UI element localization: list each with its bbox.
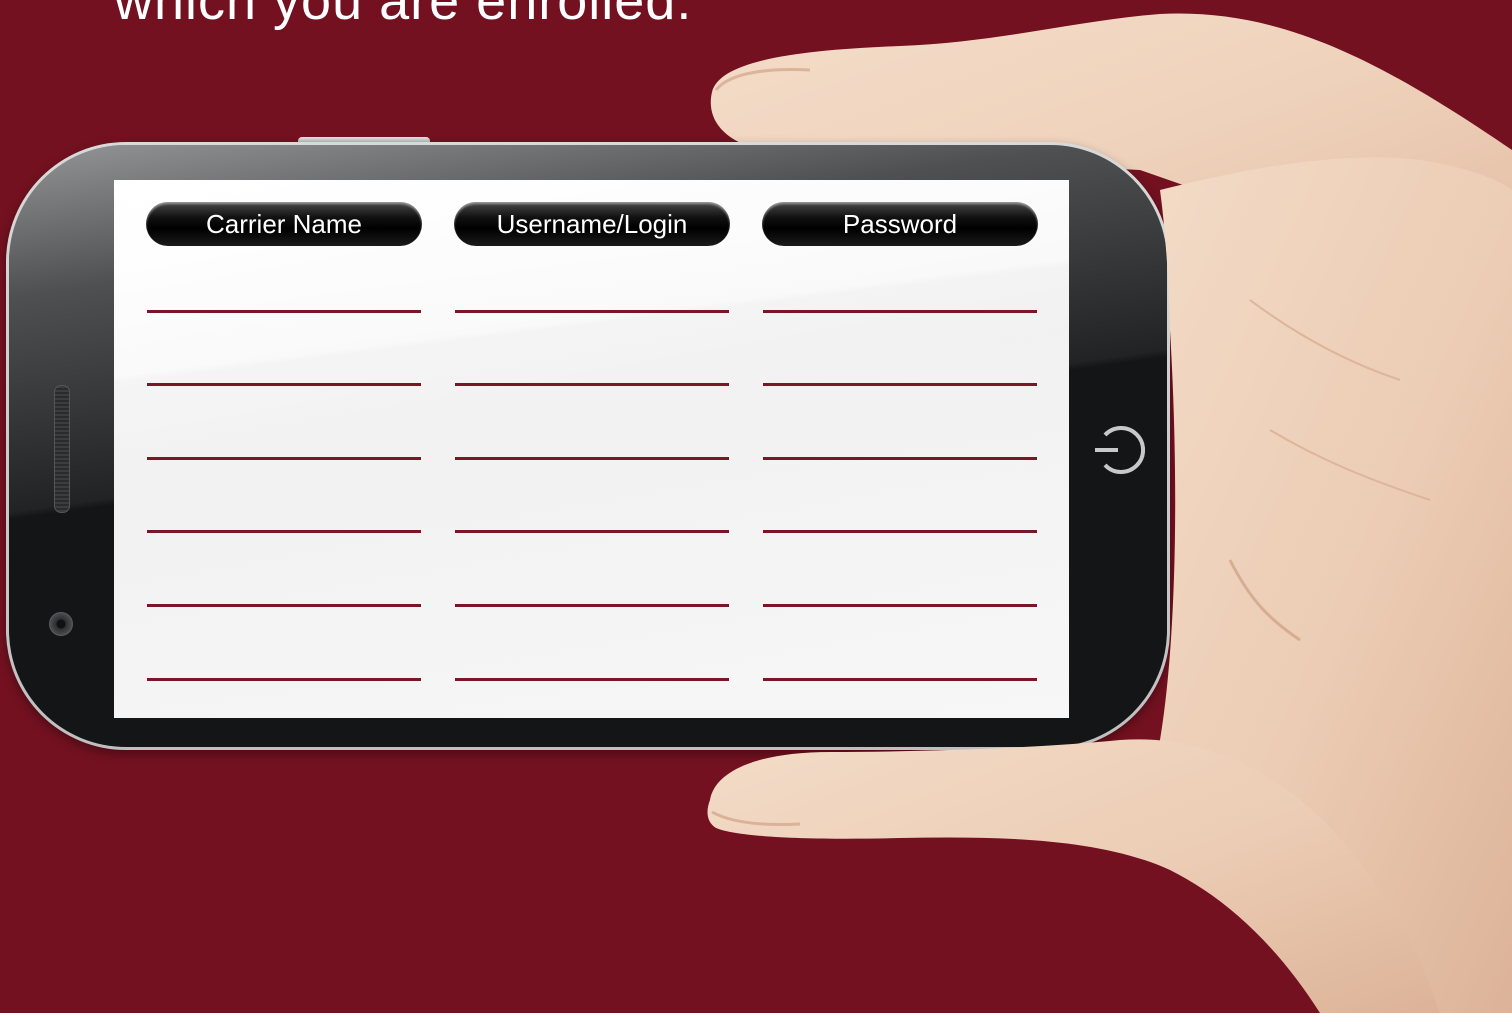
phone-frame: Carrier Name Username/Login Password xyxy=(6,142,1170,750)
password-line[interactable] xyxy=(763,604,1037,607)
username-line[interactable] xyxy=(455,604,729,607)
username-line[interactable] xyxy=(455,678,729,681)
power-icon[interactable] xyxy=(1091,423,1145,477)
slide-canvas: which you are enrolled. Carrier Name Use… xyxy=(0,0,1512,1013)
username-line[interactable] xyxy=(455,530,729,533)
screen-gloss xyxy=(114,180,1069,718)
carrier-name-line[interactable] xyxy=(147,457,421,460)
carrier-name-line[interactable] xyxy=(147,383,421,386)
username-line[interactable] xyxy=(455,310,729,313)
password-line[interactable] xyxy=(763,310,1037,313)
carrier-name-line[interactable] xyxy=(147,530,421,533)
password-line[interactable] xyxy=(763,678,1037,681)
carrier-name-line[interactable] xyxy=(147,310,421,313)
carrier-name-line[interactable] xyxy=(147,604,421,607)
password-line[interactable] xyxy=(763,530,1037,533)
username-line[interactable] xyxy=(455,383,729,386)
username-line[interactable] xyxy=(455,457,729,460)
password-header: Password xyxy=(762,202,1038,246)
camera-icon xyxy=(49,612,73,636)
carrier-name-header: Carrier Name xyxy=(146,202,422,246)
password-line[interactable] xyxy=(763,383,1037,386)
heading-text: which you are enrolled. xyxy=(114,0,693,31)
username-header: Username/Login xyxy=(454,202,730,246)
phone-body: Carrier Name Username/Login Password xyxy=(9,145,1167,747)
speaker-grille xyxy=(54,385,70,513)
carrier-name-line[interactable] xyxy=(147,678,421,681)
password-line[interactable] xyxy=(763,457,1037,460)
phone-screen: Carrier Name Username/Login Password xyxy=(114,180,1069,718)
